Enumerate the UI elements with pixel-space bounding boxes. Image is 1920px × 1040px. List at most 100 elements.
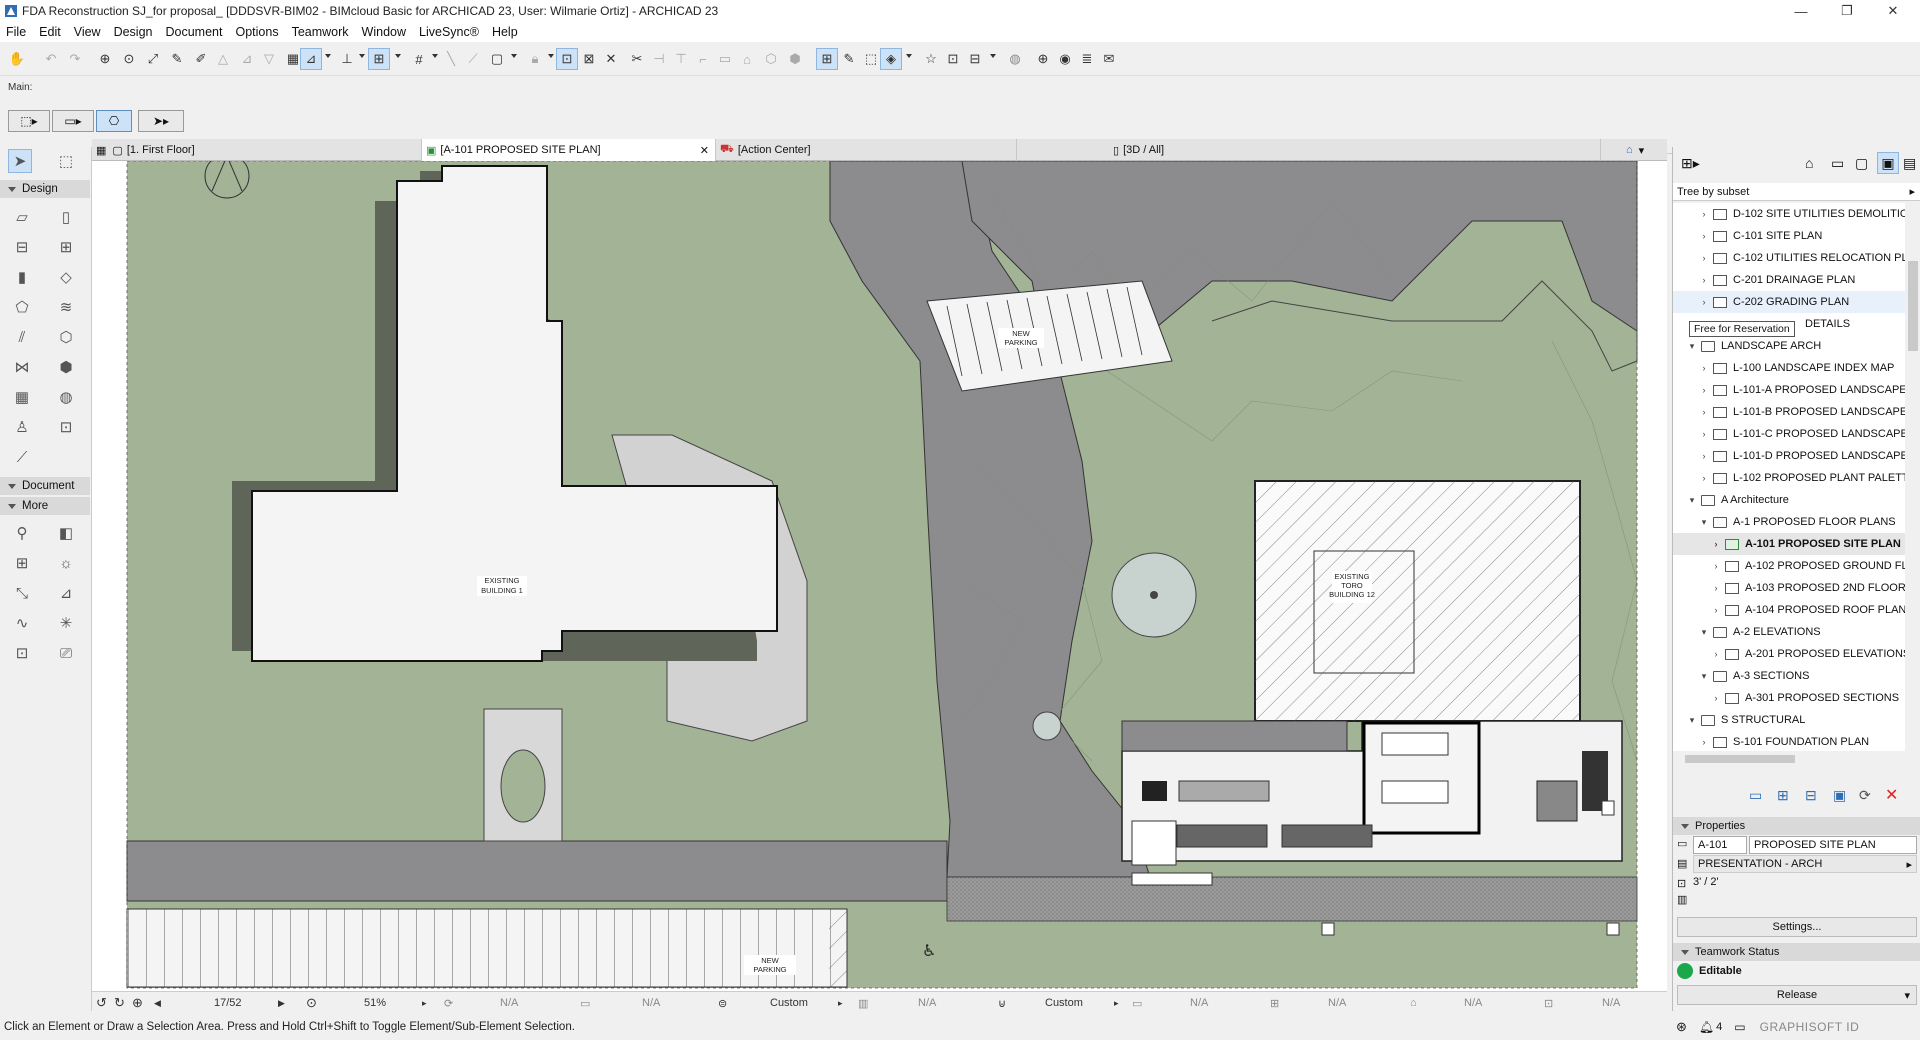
expand-arrow-icon[interactable]: › — [1711, 649, 1721, 659]
menu-livesync[interactable]: LiveSync® — [419, 25, 479, 39]
collapse-arrow-icon[interactable]: ▾ — [1687, 715, 1697, 726]
zoom-in-status-icon[interactable]: ⊕ — [132, 992, 143, 1014]
annotation-icon[interactable]: ⊟ — [964, 48, 986, 70]
stack-icon[interactable]: ≣ — [1076, 48, 1098, 70]
tree-item[interactable]: › A-102 PROPOSED GROUND FL — [1673, 555, 1906, 577]
mesh-tool-icon[interactable]: ⋈ — [10, 355, 34, 379]
tree-item[interactable]: ▾ LANDSCAPE ARCH — [1673, 335, 1905, 357]
hotspot-icon[interactable]: ⤡ — [10, 581, 34, 605]
zoom-window-icon[interactable]: ⊙ — [118, 48, 140, 70]
restore-button[interactable]: ❐ — [1824, 0, 1870, 22]
tree-item[interactable]: ▾ A-1 PROPOSED FLOOR PLANS — [1673, 511, 1905, 533]
tree-item[interactable]: › L-100 LANDSCAPE INDEX MAP — [1673, 357, 1905, 379]
tree-scroll-thumb[interactable] — [1908, 261, 1918, 351]
tree-item[interactable]: › A-301 PROPOSED SECTIONS — [1673, 687, 1905, 709]
message-icon[interactable]: ✉ — [1098, 48, 1120, 70]
selection-area-icon[interactable]: ▭▸ — [52, 110, 94, 132]
expand-arrow-icon[interactable]: › — [1699, 451, 1709, 461]
tree-item[interactable]: › L-102 PROPOSED PLANT PALETTE — [1673, 467, 1906, 489]
collapse-arrow-icon[interactable]: ▾ — [1699, 517, 1709, 528]
selection-method-icon[interactable]: ⬚▸ — [8, 110, 50, 132]
master-arrow-icon[interactable]: ▸ — [1906, 858, 1912, 871]
lock-dropdown-icon[interactable] — [548, 54, 554, 58]
view-3d-icon[interactable]: ◈ — [880, 48, 902, 70]
tree-item[interactable]: › D-102 SITE UTILITIES DEMOLITIO — [1673, 203, 1906, 225]
roof-tool-icon[interactable]: ⬠ — [10, 295, 34, 319]
morph-tool-icon[interactable]: ⬢ — [54, 355, 78, 379]
scale-icon[interactable]: ⊜ — [718, 992, 727, 1014]
tree-item[interactable]: › L-101-A PROPOSED LANDSCAPE S — [1673, 379, 1906, 401]
zoom-dropdown-icon[interactable]: ▸ — [422, 992, 427, 1014]
model-view-icon[interactable]: ▭ — [1132, 992, 1142, 1014]
trace-dropdown-icon[interactable] — [511, 54, 517, 58]
delete-icon[interactable]: ✕ — [1885, 785, 1898, 805]
dimension-icon[interactable]: ⊿ — [54, 581, 78, 605]
grid-snap-icon[interactable]: # — [408, 48, 430, 70]
expand-arrow-icon[interactable]: › — [1711, 539, 1721, 549]
menu-teamwork[interactable]: Teamwork — [292, 25, 349, 39]
section-document[interactable]: Document — [0, 477, 90, 495]
tree-item[interactable]: ▾ A-3 SECTIONS — [1673, 665, 1905, 687]
expand-arrow-icon[interactable]: › — [1699, 275, 1709, 285]
zoom-level[interactable]: 51% — [364, 992, 386, 1014]
tab-action-center[interactable]: ⛟ [Action Center] — [716, 139, 1017, 161]
messages-icon[interactable]: ▭ — [1734, 1020, 1745, 1034]
release-button[interactable]: Release ▾ — [1677, 985, 1917, 1005]
redo-icon[interactable]: ↷ — [64, 48, 86, 70]
tree-item[interactable]: › C-101 SITE PLAN — [1673, 225, 1905, 247]
scale-dropdown-icon[interactable]: ▸ — [838, 992, 843, 1014]
tree-item[interactable]: ▾ S STRUCTURAL — [1673, 709, 1905, 731]
tab-first-floor[interactable]: ▦ ▢ [1. First Floor] — [92, 139, 422, 161]
page-indicator[interactable]: 17/52 — [214, 992, 242, 1014]
menu-design[interactable]: Design — [114, 25, 153, 39]
drawing-icon[interactable]: ▣ — [1833, 787, 1846, 804]
radial-icon[interactable]: ✳ — [54, 611, 78, 635]
snap-guides-icon[interactable]: ⊥ — [336, 48, 358, 70]
surfaces-icon[interactable]: ⬚ — [860, 48, 882, 70]
master-layout-select[interactable]: PRESENTATION - ARCH ▸ — [1693, 855, 1917, 873]
syringe-icon[interactable]: ✐ — [190, 48, 212, 70]
drawing-canvas[interactable]: NEW PARKING EXISTING BUILDING 1 NEW PARK… — [92, 161, 1667, 991]
minimize-button[interactable]: — — [1778, 0, 1824, 22]
mirror-icon[interactable]: △ — [212, 48, 234, 70]
renovation-icon[interactable]: ⌂ — [1410, 992, 1417, 1014]
guideline-dropdown-icon[interactable] — [325, 54, 331, 58]
magic-wand-icon[interactable]: ╲ — [440, 48, 462, 70]
zoom-in-icon[interactable]: ⊕ — [94, 48, 116, 70]
stair-tool-icon[interactable]: ≋ — [54, 295, 78, 319]
gravity-dropdown-icon[interactable] — [395, 54, 401, 58]
collapse-arrow-icon[interactable]: ▾ — [1699, 671, 1709, 682]
suspend-groups-icon[interactable]: ⊡ — [556, 48, 578, 70]
window-tool-icon[interactable]: ⊞ — [54, 235, 78, 259]
eyedropper-icon[interactable]: ✎ — [166, 48, 188, 70]
tree-vertical-scrollbar[interactable] — [1905, 203, 1920, 751]
camera-tool-icon[interactable]: ⎚ — [54, 641, 78, 665]
tree-item[interactable]: › C-102 UTILITIES RELOCATION PLA — [1673, 247, 1906, 269]
tree-item[interactable]: › A-104 PROPOSED ROOF PLAN — [1673, 599, 1906, 621]
expand-arrow-icon[interactable]: › — [1699, 363, 1709, 373]
rotation-icon[interactable]: ⟳ — [444, 992, 453, 1014]
site-plan-drawing[interactable]: NEW PARKING EXISTING BUILDING 1 NEW PARK… — [92, 161, 1667, 991]
project-map-icon[interactable]: ⌂ — [1805, 155, 1813, 171]
new-subset-icon[interactable]: ⊞ — [1777, 787, 1789, 804]
expand-arrow-icon[interactable]: › — [1699, 429, 1709, 439]
tree-item[interactable]: › C-202 GRADING PLAN — [1673, 291, 1905, 313]
scale-value[interactable]: Custom — [770, 992, 808, 1014]
tree-item[interactable]: › A-103 PROPOSED 2ND FLOOR — [1673, 577, 1906, 599]
teamwork-icon[interactable]: ⊕ — [1032, 48, 1054, 70]
beam-tool-icon[interactable]: ▮ — [10, 265, 34, 289]
tree-item[interactable]: › S-101 FOUNDATION PLAN — [1673, 731, 1905, 751]
solid-ops-icon[interactable]: ⬡ — [760, 48, 782, 70]
curtain-wall-icon[interactable]: ▦ — [10, 385, 34, 409]
offset-icon[interactable]: ▭ — [714, 48, 736, 70]
menu-document[interactable]: Document — [166, 25, 223, 39]
slab-tool-icon[interactable]: ◇ — [54, 265, 78, 289]
object-tool-icon[interactable]: ♙ — [10, 415, 34, 439]
gravity-icon[interactable]: ⊞ — [368, 48, 390, 70]
settings-button[interactable]: Settings... — [1677, 917, 1917, 937]
notification-bell-icon[interactable]: 🔔︎ — [1699, 1020, 1714, 1034]
menu-help[interactable]: Help — [492, 25, 518, 39]
expand-arrow-icon[interactable]: › — [1699, 385, 1709, 395]
guideline-icon[interactable]: ⊿ — [300, 48, 322, 70]
expand-arrow-icon[interactable]: › — [1711, 561, 1721, 571]
